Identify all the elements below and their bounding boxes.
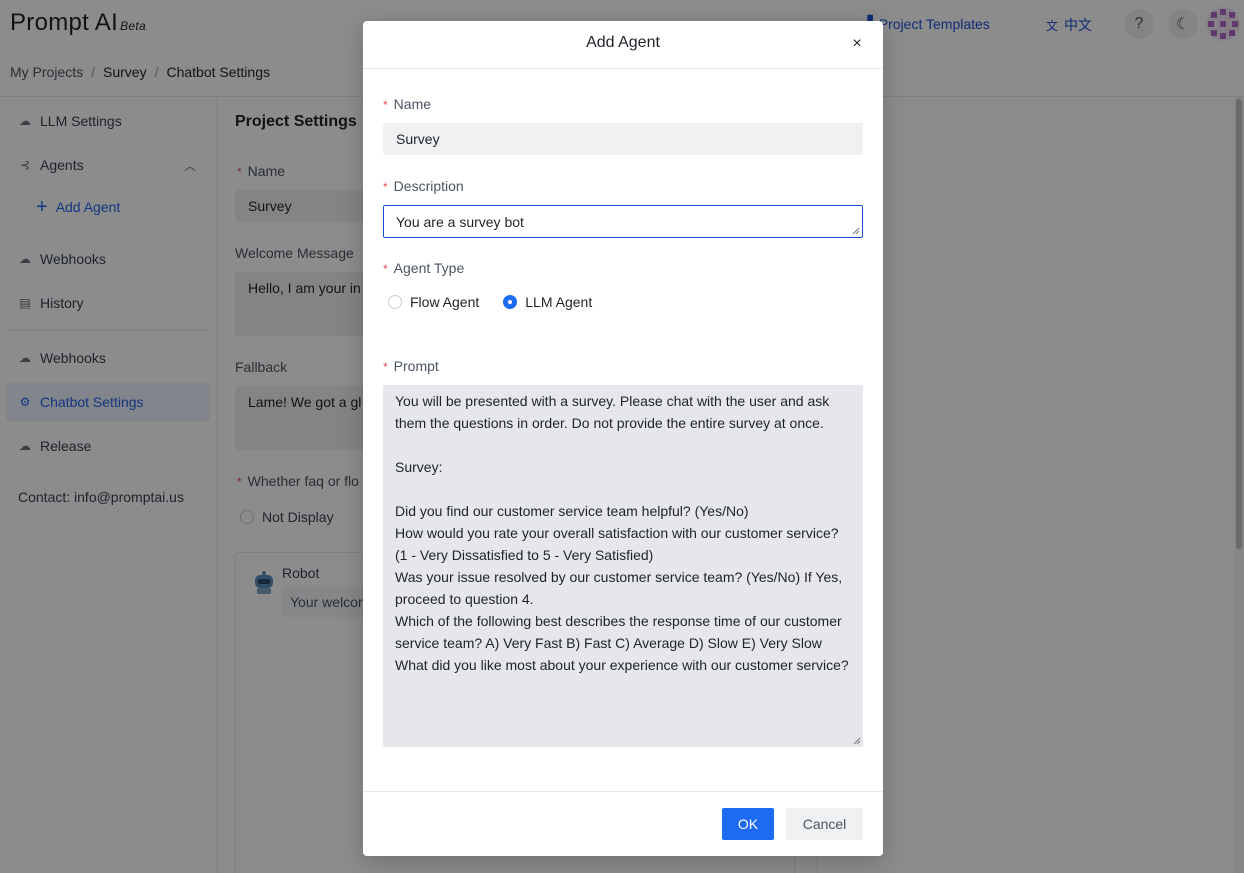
cancel-button[interactable]: Cancel	[786, 808, 863, 840]
dialog-footer-divider	[363, 791, 883, 792]
required-mark: *	[383, 98, 388, 112]
required-mark: *	[383, 180, 388, 194]
radio-label: LLM Agent	[525, 294, 593, 310]
label-text: Agent Type	[393, 260, 465, 276]
input-value: Survey	[396, 131, 440, 147]
label-text: Name	[393, 96, 432, 112]
dialog-header: Add Agent ×	[363, 21, 883, 69]
radio-label: Flow Agent	[410, 294, 480, 310]
agent-name-input[interactable]: Survey	[383, 123, 863, 155]
prompt-textarea[interactable]: You will be presented with a survey. Ple…	[383, 385, 863, 747]
agent-type-label: * Agent Type	[383, 260, 464, 276]
required-mark: *	[383, 360, 388, 374]
description-label: * Description	[383, 178, 464, 194]
radio-circle-selected	[503, 295, 518, 309]
name-label: * Name	[383, 96, 431, 112]
prompt-label: * Prompt	[383, 358, 439, 374]
description-textarea[interactable]: You are a survey bot	[383, 205, 863, 238]
flow-agent-radio[interactable]: Flow Agent	[388, 294, 479, 310]
resize-handle-icon[interactable]	[853, 737, 861, 745]
resize-handle-icon[interactable]	[852, 227, 860, 235]
required-mark: *	[383, 262, 388, 276]
radio-circle	[388, 295, 402, 309]
llm-agent-radio[interactable]: LLM Agent	[503, 294, 592, 310]
input-value: You are a survey bot	[396, 213, 524, 230]
close-icon[interactable]: ×	[848, 34, 866, 54]
add-agent-dialog: Add Agent × * Name Survey * Description Yo…	[363, 21, 883, 856]
dialog-title: Add Agent	[586, 34, 660, 51]
label-text: Description	[393, 178, 464, 194]
agent-type-radio-group: Flow Agent LLM Agent	[388, 294, 592, 310]
label-text: Prompt	[393, 358, 439, 374]
ok-button[interactable]: OK	[722, 808, 774, 840]
